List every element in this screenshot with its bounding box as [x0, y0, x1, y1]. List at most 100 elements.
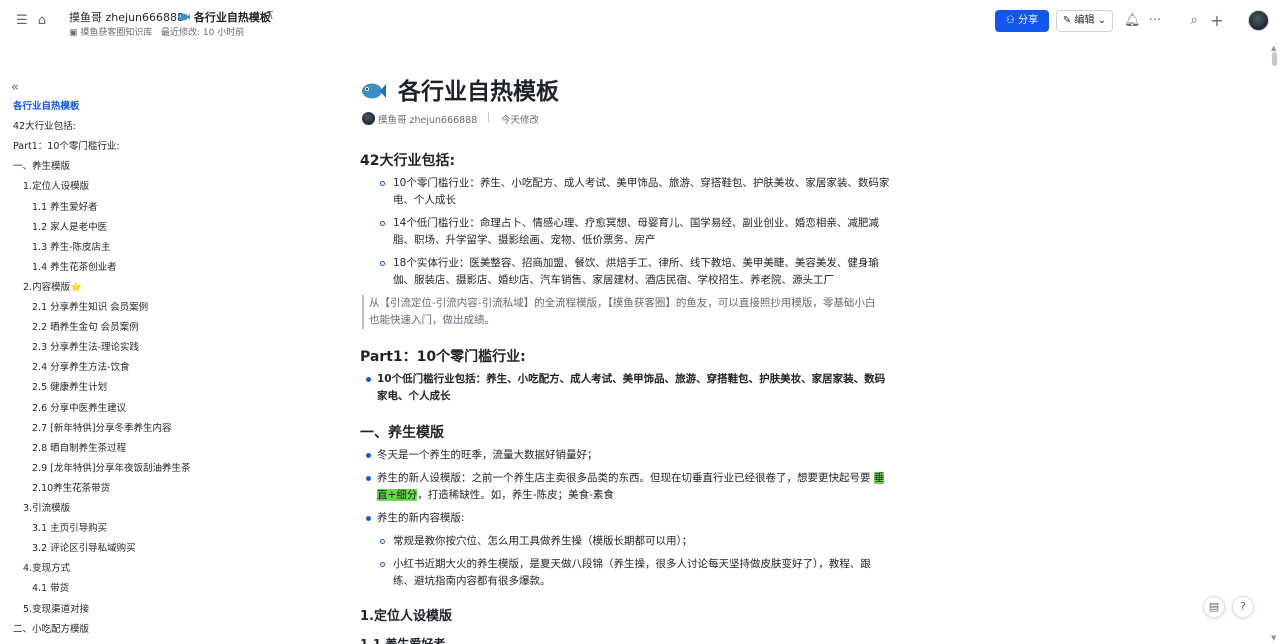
- chevron-down-icon: ⌄: [1097, 15, 1107, 26]
- list-item-line: 家电、个人成长: [377, 390, 451, 402]
- list-item-line: 脂、职场、升学留学、摄影绘画、宠物、低价票务、房产: [393, 234, 656, 246]
- outline-toggle-icon[interactable]: ☰: [14, 13, 30, 29]
- outline-item[interactable]: 42大行业包括:: [13, 118, 76, 132]
- list-item: 14个低门槛行业：命理占卜、情感心理、疗愈冥想、母婴育儿、国学易经、副业创业、婚…: [393, 215, 913, 249]
- outline-item[interactable]: 1.定位人设模版: [23, 178, 89, 192]
- list-item-line: 10个零门槛行业：养生、小吃配方、成人考试、美甲饰品、旅游、穿搭鞋包、护肤美妆、…: [393, 177, 890, 189]
- chevron-right-icon: ›: [164, 9, 169, 22]
- folder-icon: ▣: [69, 28, 78, 38]
- outline-item[interactable]: 一、养生模版: [13, 158, 70, 172]
- outline-item[interactable]: 4.1 带货: [32, 580, 69, 594]
- list-item-line: 电、个人成长: [393, 194, 456, 206]
- quote-line: 从【引流定位-引流内容-引流私域】的全流程模版，【摸鱼获客圈】的鱼友，可以直接照…: [369, 297, 876, 309]
- list-item-line: 小红书近期大火的养生模版，是夏天做八段锦（养生操，很多人讨论每天坚持做皮肤变好了…: [393, 558, 871, 570]
- edit-label: 编辑: [1074, 15, 1095, 26]
- bullet-marker: [366, 377, 371, 382]
- heading-industries: 42大行业包括:: [360, 153, 456, 169]
- knowledge-base-link[interactable]: ▣ 摸鱼获客圈知识库: [69, 25, 152, 38]
- outline-item[interactable]: 3.2 评论区引导私域购买: [32, 540, 136, 554]
- home-icon[interactable]: ⌂: [34, 13, 50, 29]
- knowledge-base-label: 摸鱼获客圈知识库: [80, 28, 153, 38]
- outline-item[interactable]: 3.引流模版: [23, 500, 70, 514]
- share-button[interactable]: ⚇ 分享: [995, 10, 1049, 32]
- outline-item[interactable]: 1.1 养生爱好者: [32, 199, 98, 213]
- bullet-marker: [380, 539, 385, 544]
- more-icon[interactable]: ···: [1147, 13, 1163, 29]
- author-name[interactable]: 摸鱼哥 zhejun666888: [378, 112, 477, 126]
- outline-item[interactable]: 2.10养生花茶带货: [32, 480, 110, 494]
- outline-item[interactable]: 2.6 分享中医养生建议: [32, 400, 126, 414]
- outline-item[interactable]: 2.4 分享养生方法-饮食: [32, 359, 130, 373]
- scroll-up-arrow[interactable]: ▲: [1271, 44, 1276, 52]
- bullet-marker: [366, 516, 371, 521]
- breadcrumb-current-label: 各行业自热模板: [193, 11, 271, 24]
- modified-time: 今天修改: [501, 115, 540, 126]
- help-button[interactable]: ?: [1232, 596, 1254, 618]
- outline-item[interactable]: 2.1 分享养生知识 会员案例: [32, 299, 148, 313]
- fish-icon: [178, 13, 190, 21]
- pin-icon[interactable]: ⊼: [266, 9, 274, 22]
- list-item: 养生的新内容模版:: [377, 512, 465, 524]
- fish-icon: [362, 83, 386, 99]
- bullet-marker: [366, 476, 371, 481]
- document-title-text: 各行业自热模板: [398, 79, 560, 105]
- outline-item[interactable]: Part1：10个零门槛行业:: [13, 138, 120, 152]
- bullet-marker: [380, 181, 385, 186]
- list-item: 养生的新人设模版：之前一个养生店主卖很多品类的东西。但现在切垂直行业已经很卷了，…: [377, 470, 917, 504]
- quote-block: 从【引流定位-引流内容-引流私域】的全流程模版，【摸鱼获客圈】的鱼友，可以直接照…: [362, 295, 908, 329]
- bullet-marker: [366, 453, 371, 458]
- document-title[interactable]: 各行业自热模板: [360, 72, 559, 106]
- outline-item[interactable]: 2.8 晒自制养生茶过程: [32, 440, 126, 454]
- outline-item[interactable]: 各行业自热模板: [13, 98, 80, 112]
- plus-icon[interactable]: +: [1209, 13, 1225, 29]
- breadcrumb-current[interactable]: 各行业自热模板: [177, 9, 271, 25]
- help-icon: ?: [1240, 600, 1246, 613]
- outline-item[interactable]: 2.5 健康养生计划: [32, 379, 107, 393]
- outline-item[interactable]: 2.3 分享养生法-理论实践: [32, 339, 139, 353]
- outline-item[interactable]: 4.变现方式: [23, 560, 70, 574]
- list-item-line: 伽、服装店、摄影店、婚纱店、汽车销售、家居建材、酒店民宿、学校招生、养老院、源头…: [393, 274, 834, 286]
- list-item-line: 10个低门槛行业包括：养生、小吃配方、成人考试、美甲饰品、旅游、穿搭鞋包、护肤美…: [377, 373, 886, 385]
- divider: |: [487, 112, 491, 123]
- list-item-line: 18个实体行业：医美整容、招商加盟、餐饮、烘焙手工、律所、线下教培、美甲美睫、美…: [393, 257, 879, 269]
- outline-item[interactable]: 2.7 [新年特供]分享冬季养生内容: [32, 420, 172, 434]
- search-icon[interactable]: ⌕: [1186, 13, 1202, 29]
- user-avatar[interactable]: [1248, 10, 1269, 31]
- outline-item[interactable]: 2.内容模版⭐: [23, 279, 82, 293]
- pencil-icon: ✎: [1062, 15, 1072, 26]
- heading-persona-sub: 1.1 养生爱好者: [360, 637, 446, 644]
- outline-sidebar: « 各行业自热模板 42大行业包括: Part1：10个零门槛行业: 一、养生模版 1.…: [0, 72, 210, 644]
- heading-part1: Part1：10个零门槛行业:: [360, 349, 526, 365]
- author-avatar[interactable]: [362, 112, 375, 125]
- outline-item[interactable]: 2.2 晒养生金句 会员案例: [32, 319, 139, 333]
- outline-item[interactable]: 2.9 [龙年特供]分享年夜饭刮油养生茶: [32, 460, 191, 474]
- list-item-line: 14个低门槛行业：命理占卜、情感心理、疗愈冥想、母婴育儿、国学易经、副业创业、婚…: [393, 217, 879, 229]
- list-item: 10个零门槛行业：养生、小吃配方、成人考试、美甲饰品、旅游、穿搭鞋包、护肤美妆、…: [393, 175, 913, 209]
- scrollbar-thumb[interactable]: [1272, 52, 1277, 66]
- bullet-marker: [380, 261, 385, 266]
- outline-item[interactable]: 1.2 家人是老中医: [32, 219, 107, 233]
- scroll-down-arrow[interactable]: ▼: [1271, 634, 1276, 642]
- outline-item[interactable]: 1.4 养生花茶创业者: [32, 259, 117, 273]
- outline-item[interactable]: 5.变现渠道对接: [23, 601, 89, 615]
- users-icon: ⚇: [1005, 15, 1015, 26]
- bullet-marker: [380, 562, 385, 567]
- list-item-text: ，打造稀缺性。如，养生-陈皮；美食-素食: [417, 489, 614, 501]
- top-bar: ☰ ⌂ 摸鱼哥 zhejun666888 › 各行业自热模板 ⊼ ▣ 摸鱼获客圈…: [0, 0, 1280, 42]
- collapse-sidebar-icon[interactable]: «: [11, 80, 19, 95]
- list-item: 10个低门槛行业包括：养生、小吃配方、成人考试、美甲饰品、旅游、穿搭鞋包、护肤美…: [377, 371, 917, 405]
- list-item: 18个实体行业：医美整容、招商加盟、餐饮、烘焙手工、律所、线下教培、美甲美睫、美…: [393, 255, 913, 289]
- outline-item[interactable]: 二、小吃配方模版: [13, 621, 89, 635]
- list-item: 冬天是一个养生的旺季，流量大数据好销量好；: [377, 449, 598, 461]
- page-icon: ▤: [1208, 600, 1220, 613]
- outline-item[interactable]: 1.3 养生-陈皮店主: [32, 239, 111, 253]
- outline-item[interactable]: 3.1 主页引导购买: [32, 520, 107, 534]
- document-body: 各行业自热模板 摸鱼哥 zhejun666888 | 今天修改 42大行业包括:…: [360, 60, 920, 644]
- highlighted-text: 垂: [873, 472, 885, 484]
- share-label: 分享: [1018, 15, 1039, 26]
- edit-mode-button[interactable]: ✎ 编辑 ⌄: [1056, 10, 1113, 32]
- document-info-button[interactable]: ▤: [1203, 596, 1225, 618]
- list-item-line: 练、避坑指南内容都有很多爆款。: [393, 575, 551, 587]
- quote-line: 也能快速入门，做出成绩。: [369, 314, 495, 326]
- bell-icon[interactable]: 🔔︎: [1124, 13, 1141, 29]
